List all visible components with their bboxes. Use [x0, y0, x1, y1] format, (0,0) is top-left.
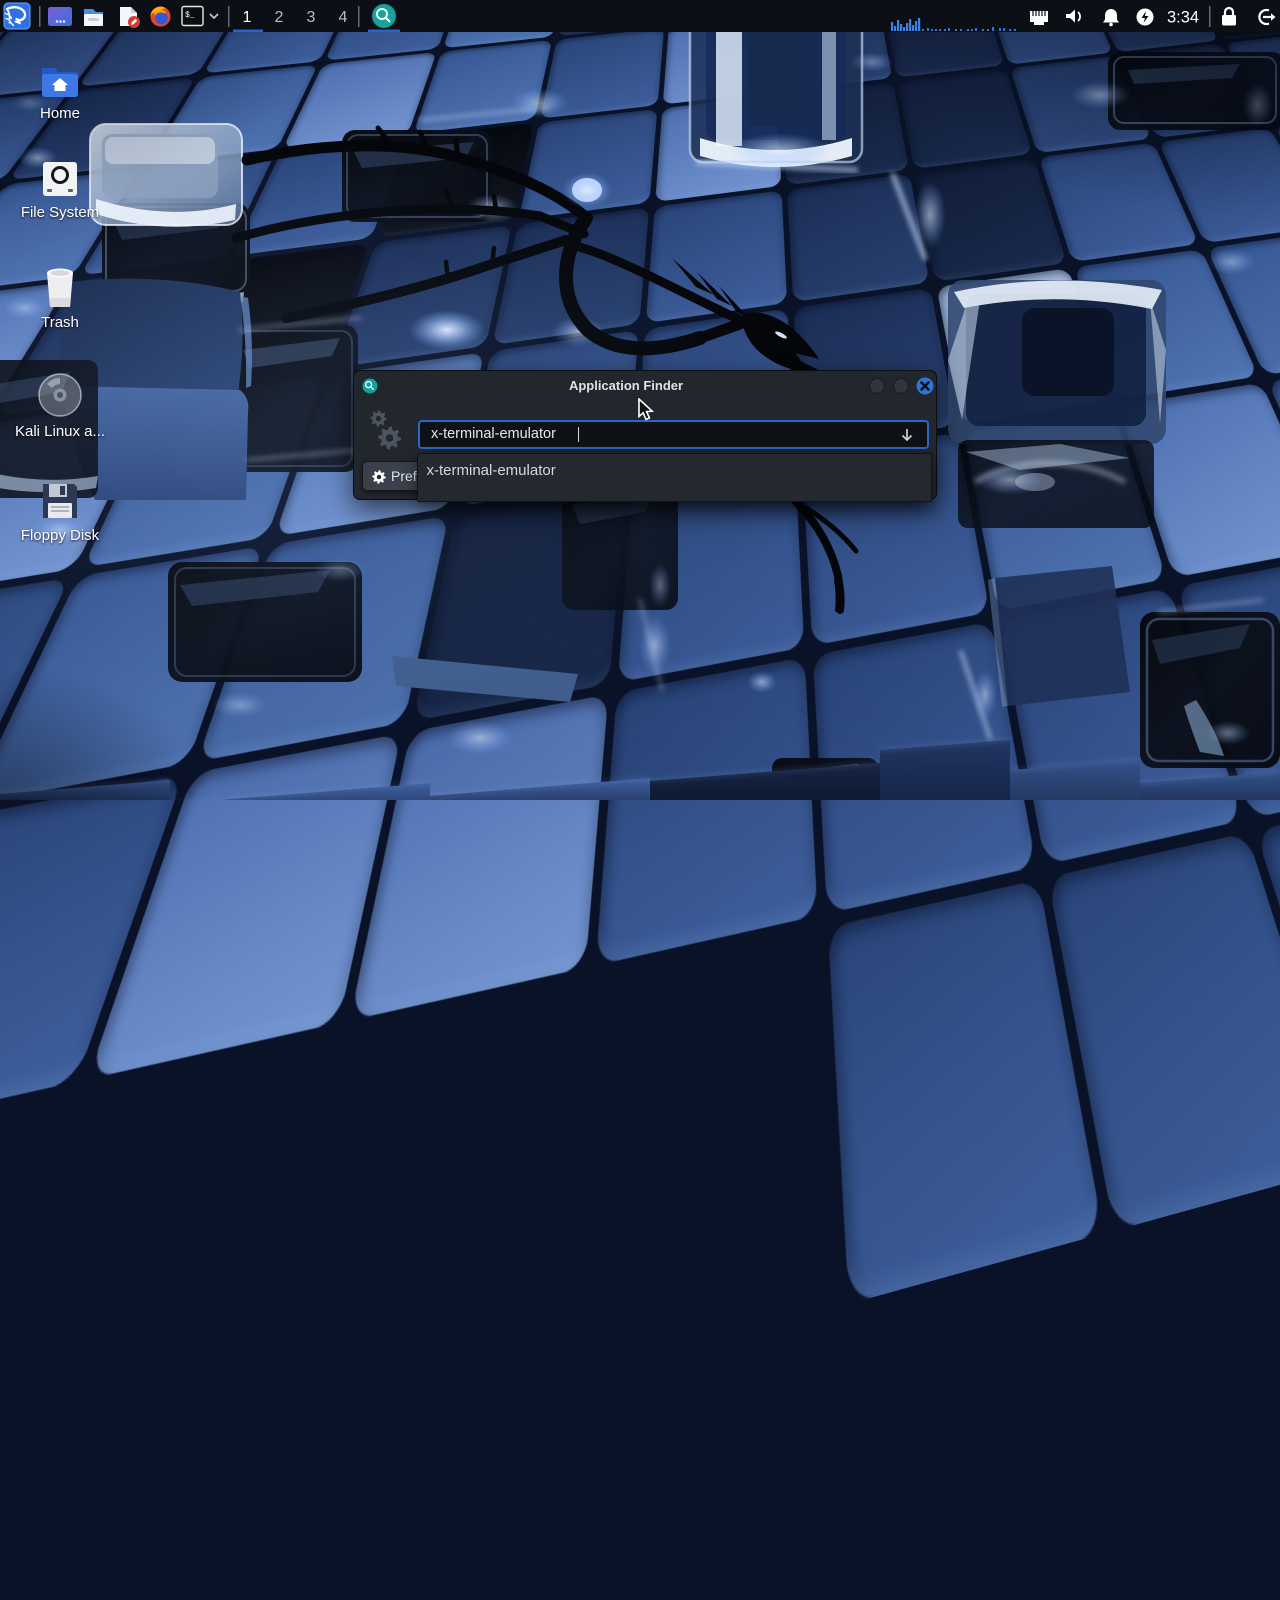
- svg-text:$_: $_: [185, 11, 195, 20]
- svg-text:3: 3: [307, 9, 316, 26]
- svg-text:1: 1: [243, 9, 252, 26]
- svg-text:3:34: 3:34: [1167, 9, 1199, 27]
- svg-text:4: 4: [339, 9, 348, 26]
- svg-text:2: 2: [275, 9, 284, 26]
